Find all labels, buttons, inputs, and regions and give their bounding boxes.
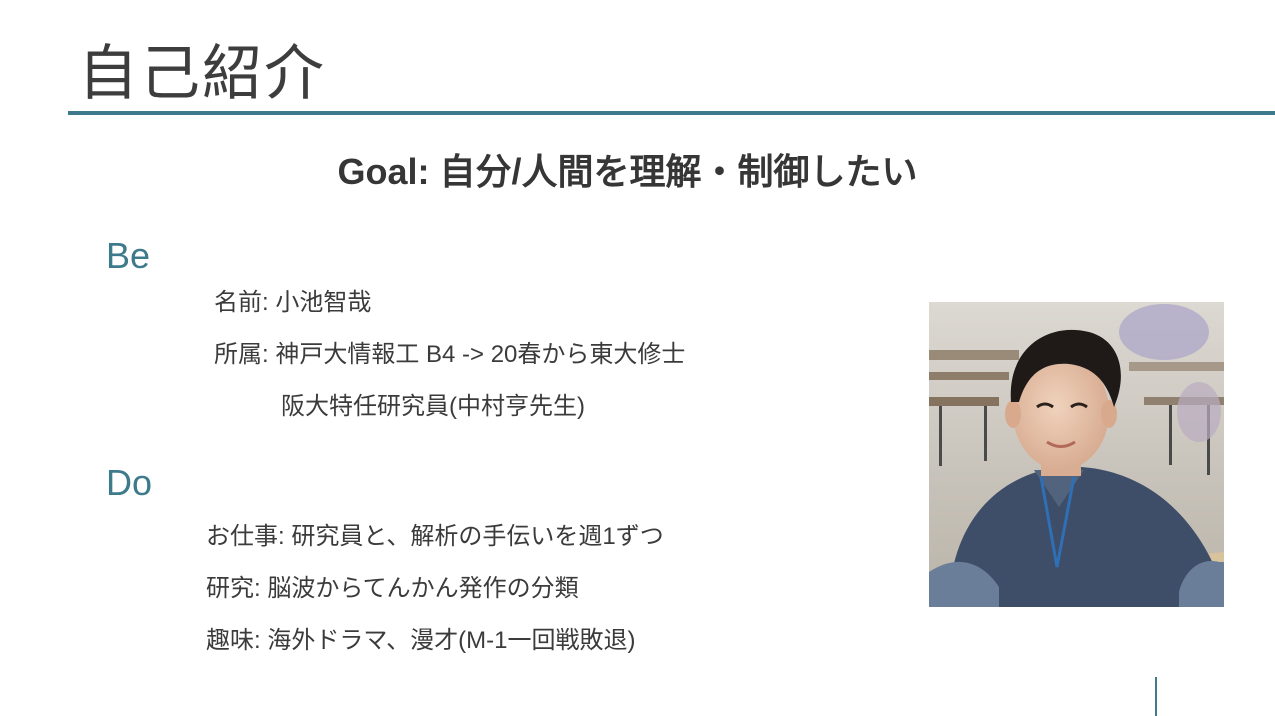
goal-statement: Goal: 自分/人間を理解・制御したい [337,151,918,192]
be-item-affiliation: 所属: 神戸大情報工 B4 -> 20春から東大修士 [214,341,686,368]
section-heading-do: Do [106,462,153,503]
do-item-research: 研究: 脳波からてんかん発作の分類 [206,575,579,602]
section-heading-be: Be [106,235,151,276]
slide-corner-mark [1155,677,1157,716]
do-item-hobby: 趣味: 海外ドラマ、漫才(M-1一回戦敗退) [206,627,636,654]
profile-photo [929,302,1224,607]
title-divider [68,111,1275,115]
be-item-name: 名前: 小池智哉 [214,289,372,316]
do-item-work: お仕事: 研究員と、解析の手伝いを週1ずつ [206,523,664,550]
be-item-affiliation-continued: 阪大特任研究員(中村亨先生) [281,393,585,420]
slide-title: 自己紹介 [78,40,326,107]
